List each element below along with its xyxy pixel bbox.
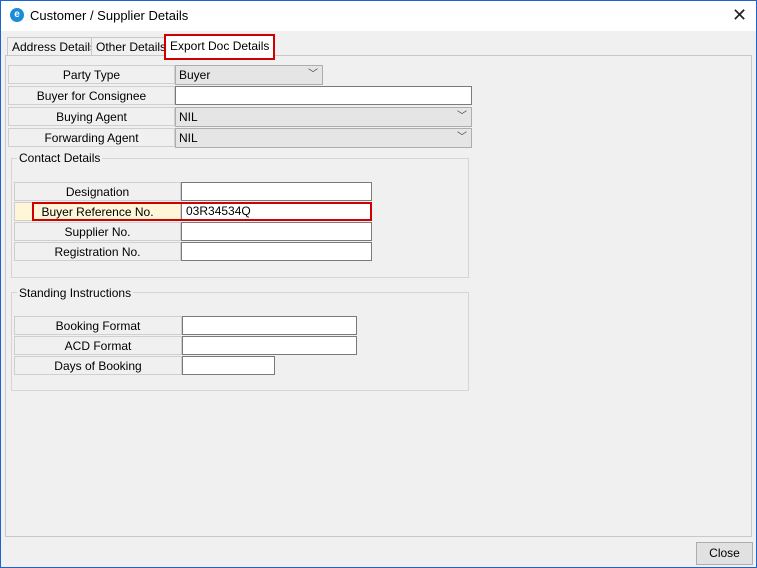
tab-other-details[interactable]: Other Details bbox=[91, 37, 172, 56]
forwarding-agent-value: NIL bbox=[179, 131, 198, 145]
buyer-ref-label: Buyer Reference No. bbox=[14, 202, 181, 221]
chevron-down-icon: ﹀ bbox=[457, 111, 467, 122]
contact-details-title: Contact Details bbox=[17, 151, 103, 165]
registration-no-field[interactable] bbox=[181, 242, 372, 261]
chevron-down-icon: ﹀ bbox=[308, 69, 318, 80]
party-type-value: Buyer bbox=[179, 68, 211, 82]
title-bar: e Customer / Supplier Details ✕ bbox=[1, 1, 756, 31]
tab-address-details[interactable]: Address Details bbox=[7, 37, 102, 56]
app-logo-icon: e bbox=[10, 8, 24, 22]
supplier-no-label: Supplier No. bbox=[14, 222, 181, 241]
acd-format-label: ACD Format bbox=[14, 336, 182, 355]
buying-agent-value: NIL bbox=[179, 110, 198, 124]
close-icon[interactable]: ✕ bbox=[723, 1, 756, 31]
buyer-consignee-label: Buyer for Consignee bbox=[8, 86, 175, 105]
buying-agent-label: Buying Agent bbox=[8, 107, 175, 126]
acd-format-field[interactable] bbox=[182, 336, 357, 355]
chevron-down-icon: ﹀ bbox=[457, 132, 467, 143]
standing-instructions-title: Standing Instructions bbox=[17, 286, 134, 300]
registration-no-label: Registration No. bbox=[14, 242, 181, 261]
buyer-ref-field[interactable]: 03R34534Q bbox=[181, 202, 372, 221]
booking-format-field[interactable] bbox=[182, 316, 357, 335]
buyer-consignee-field[interactable] bbox=[175, 86, 472, 105]
dialog-window: e Customer / Supplier Details ✕ Address … bbox=[0, 0, 757, 568]
window-title: Customer / Supplier Details bbox=[30, 8, 189, 23]
tab-export-doc-details[interactable]: Export Doc Details bbox=[164, 34, 276, 60]
forwarding-agent-select[interactable]: NIL ﹀ bbox=[175, 128, 472, 148]
designation-label: Designation bbox=[14, 182, 181, 201]
designation-field[interactable] bbox=[181, 182, 372, 201]
forwarding-agent-label: Forwarding Agent bbox=[8, 128, 175, 147]
party-type-label: Party Type bbox=[8, 65, 175, 84]
booking-format-label: Booking Format bbox=[14, 316, 182, 335]
supplier-no-field[interactable] bbox=[181, 222, 372, 241]
party-type-select[interactable]: Buyer ﹀ bbox=[175, 65, 323, 85]
close-button[interactable]: Close bbox=[696, 542, 753, 565]
days-of-booking-field[interactable] bbox=[182, 356, 275, 375]
days-of-booking-label: Days of Booking bbox=[14, 356, 182, 375]
buying-agent-select[interactable]: NIL ﹀ bbox=[175, 107, 472, 127]
